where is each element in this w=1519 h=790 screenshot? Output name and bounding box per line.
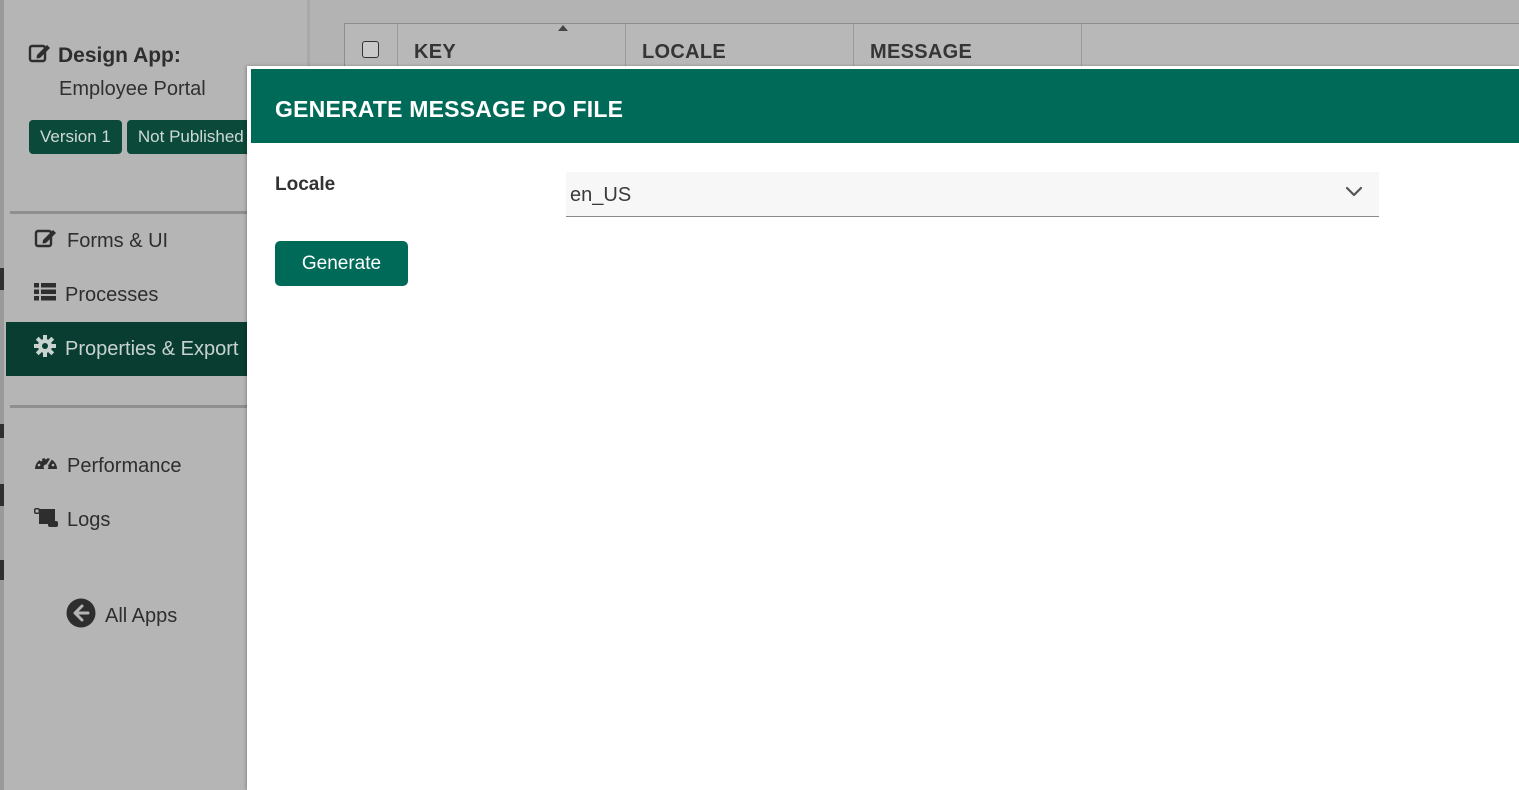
list-icon [34, 282, 56, 308]
edit-icon [34, 227, 58, 255]
app-name: Employee Portal [59, 78, 206, 100]
dialog-header: GENERATE MESSAGE PO FILE [251, 69, 1519, 143]
sidebar-item-label: Properties & Export [65, 337, 239, 360]
column-header-label: KEY [414, 41, 457, 63]
sidebar-divider-bottom [10, 405, 251, 408]
app-header: Design App: Employee Portal [28, 42, 206, 101]
locale-select[interactable]: en_US [566, 172, 1379, 217]
design-app-title: Design App: [28, 42, 206, 70]
sidebar-item-processes[interactable]: Processes [6, 268, 246, 322]
column-header-key[interactable]: KEY [398, 24, 626, 69]
scroll-icon [34, 506, 58, 534]
arrow-circle-left-icon [66, 598, 96, 634]
column-header-empty [1082, 24, 1519, 69]
sidebar-item-label: Performance [67, 454, 182, 477]
sidebar-item-logs[interactable]: Logs [6, 493, 246, 547]
column-header-locale[interactable]: LOCALE [626, 24, 854, 69]
generate-button[interactable]: Generate [275, 241, 408, 286]
generate-po-dialog: GENERATE MESSAGE PO FILE Locale en_US Ge… [247, 66, 1519, 790]
column-header-message[interactable]: MESSAGE [854, 24, 1082, 69]
sidebar-item-performance[interactable]: Performance [6, 439, 246, 493]
dialog-title: GENERATE MESSAGE PO FILE [275, 96, 624, 122]
all-apps-link[interactable]: All Apps [66, 598, 177, 634]
design-app-label: Design App: [58, 44, 181, 67]
locale-label: Locale [275, 174, 336, 195]
select-all-cell [345, 24, 398, 69]
dashboard-icon [34, 453, 58, 479]
sidebar-item-properties[interactable]: Properties & Export [6, 322, 250, 376]
locale-selected-value: en_US [570, 184, 632, 206]
chevron-down-icon [1345, 185, 1363, 204]
messages-table-header: KEY LOCALE MESSAGE [344, 23, 1519, 69]
select-all-checkbox[interactable] [362, 41, 379, 58]
sidebar-item-label: Forms & UI [67, 229, 169, 252]
all-apps-label: All Apps [105, 604, 178, 627]
edit-icon [28, 42, 52, 70]
sidebar-item-forms[interactable]: Forms & UI [6, 214, 246, 268]
version-badge[interactable]: Version 1 [29, 120, 122, 154]
sidebar-item-label: Processes [65, 283, 159, 306]
sort-asc-icon [558, 25, 568, 31]
publish-status-badge[interactable]: Not Published [126, 120, 255, 154]
app-badges: Version 1 Not Published [29, 120, 255, 154]
sidebar-item-label: Logs [67, 508, 111, 531]
gear-icon [34, 335, 56, 363]
column-header-label: MESSAGE [870, 41, 973, 63]
column-header-label: LOCALE [642, 41, 727, 63]
